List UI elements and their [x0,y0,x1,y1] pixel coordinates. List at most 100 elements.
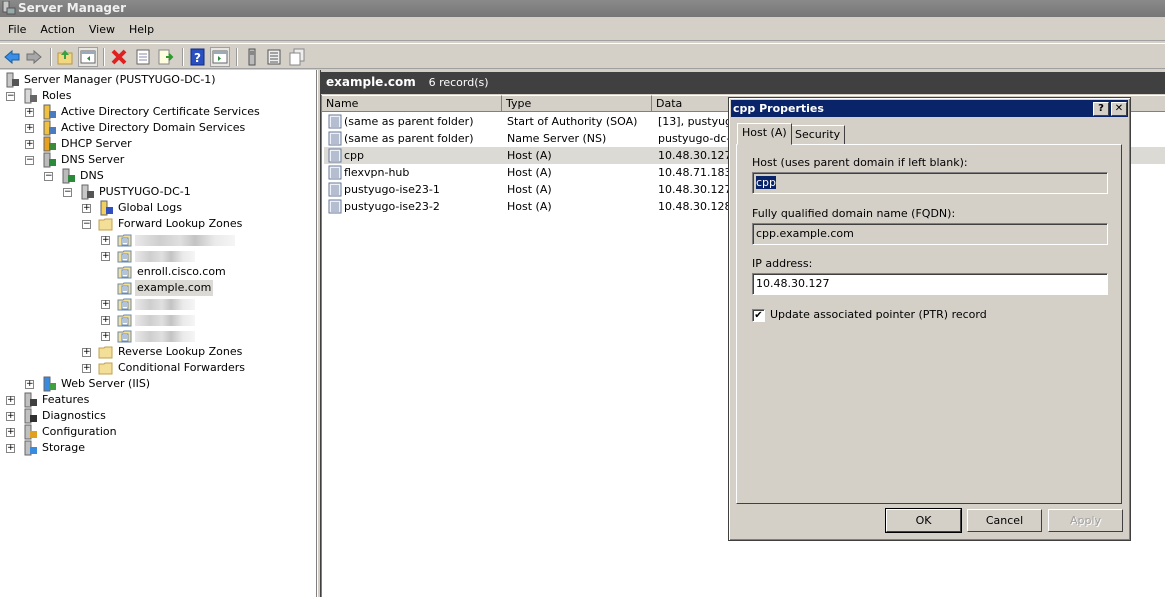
collapse-icon[interactable]: − [63,188,72,197]
tree-node[interactable]: + Configuration [0,424,316,440]
collapse-icon[interactable]: − [25,156,34,165]
expand-icon[interactable]: + [6,396,15,405]
tree-node-label[interactable]: Reverse Lookup Zones [116,344,244,360]
expand-icon[interactable]: + [6,428,15,437]
properties-button[interactable] [133,47,153,67]
tree-node[interactable]: + [0,328,316,344]
tree-node[interactable]: − Forward Lookup Zones [0,216,316,232]
help-button[interactable]: ? [188,47,208,67]
tree-node-label[interactable]: Web Server (IIS) [59,376,152,392]
tree-node[interactable]: + Active Directory Domain Services [0,120,316,136]
expand-icon[interactable]: + [101,332,110,341]
delete-button[interactable] [109,47,129,67]
cancel-button[interactable]: Cancel [967,509,1042,532]
tree-node-label[interactable]: DNS [78,168,106,184]
tab-security[interactable]: Security [790,125,846,145]
tree-node[interactable]: + Reverse Lookup Zones [0,344,316,360]
tree-node[interactable]: − PUSTYUGO-DC-1 [0,184,316,200]
tree-node-label[interactable]: Storage [40,440,87,456]
ip-address-field[interactable]: 10.48.30.127 [752,273,1108,295]
help-caption-button[interactable]: ? [1093,102,1109,116]
tree-node-label[interactable]: example.com [135,280,214,296]
dns-record-icon [328,182,342,197]
expand-icon[interactable]: + [25,108,34,117]
list-button[interactable] [264,47,284,67]
show-hide-action-pane-button[interactable] [210,47,230,67]
tree-node-label[interactable]: Diagnostics [40,408,108,424]
tree-node[interactable]: + [0,248,316,264]
record-type: Start of Authority (SOA) [507,115,638,128]
menu-view[interactable]: View [82,19,122,41]
menu-action[interactable]: Action [33,19,81,41]
tree-node[interactable]: + Web Server (IIS) [0,376,316,392]
column-header-name[interactable]: Name [322,95,502,112]
tree-node-label[interactable]: Configuration [40,424,119,440]
ptr-checkbox-label[interactable]: Update associated pointer (PTR) record [770,308,987,321]
expand-icon[interactable]: + [82,364,91,373]
tree-node-label[interactable]: Global Logs [116,200,184,216]
tree-node-label[interactable]: enroll.cisco.com [135,264,228,280]
tree-node[interactable]: Server Manager (PUSTYUGO-DC-1) [0,72,316,88]
question-mark-icon: ? [1098,103,1104,114]
tree-node[interactable]: − DNS Server [0,152,316,168]
tree-node-label[interactable]: DNS Server [59,152,126,168]
tree-node[interactable]: + [0,296,316,312]
expand-icon[interactable]: + [101,236,110,245]
collapse-icon[interactable]: − [82,220,91,229]
show-hide-console-tree-button[interactable] [78,47,98,67]
tree-node[interactable]: example.com [0,280,316,296]
collapse-icon[interactable]: − [44,172,53,181]
console-tree[interactable]: Server Manager (PUSTYUGO-DC-1) − Roles + Act… [0,70,317,597]
tree-node[interactable]: + DHCP Server [0,136,316,152]
tree-node[interactable]: − DNS [0,168,316,184]
tree-node-label[interactable]: DHCP Server [59,136,134,152]
expand-icon[interactable]: + [101,252,110,261]
apply-button[interactable]: Apply [1048,509,1123,532]
tree-node[interactable]: + Conditional Forwarders [0,360,316,376]
tab-host-a[interactable]: Host (A) [737,123,792,145]
up-one-level-button[interactable] [55,47,75,67]
expand-icon[interactable]: + [25,124,34,133]
expand-icon[interactable]: + [82,204,91,213]
column-header-type[interactable]: Type [502,95,652,112]
tree-node-label[interactable]: Active Directory Domain Services [59,120,247,136]
host-field[interactable]: cpp [752,172,1108,194]
tree-node-label[interactable]: Conditional Forwarders [116,360,247,376]
record-type: Name Server (NS) [507,132,607,145]
tree-node[interactable]: − Roles [0,88,316,104]
menu-help[interactable]: Help [122,19,161,41]
ok-button[interactable]: OK [885,508,962,533]
close-button[interactable]: ✕ [1111,102,1127,116]
expand-icon[interactable]: + [6,412,15,421]
tree-node-label[interactable]: Roles [40,88,73,104]
tree-node-label[interactable]: Features [40,392,91,408]
tree-node-label[interactable]: Forward Lookup Zones [116,216,244,232]
expand-icon[interactable]: + [101,316,110,325]
back-button[interactable] [2,47,22,67]
ptr-checkbox[interactable]: ✔ [752,309,765,322]
properties-dialog: cpp Properties ? ✕ Host (A) Security Hos… [728,97,1131,541]
tree-node[interactable]: + Features [0,392,316,408]
tree-node[interactable]: + Storage [0,440,316,456]
zone-name: example.com [326,75,416,89]
tree-node[interactable]: + [0,312,316,328]
export-list-button[interactable] [156,47,176,67]
expand-icon[interactable]: + [101,300,110,309]
tree-node[interactable]: + Active Directory Certificate Services [0,104,316,120]
expand-icon[interactable]: + [25,380,34,389]
expand-icon[interactable]: + [25,140,34,149]
forward-button[interactable] [24,47,44,67]
server-button[interactable] [242,47,262,67]
expand-icon[interactable]: + [82,348,91,357]
menu-file[interactable]: File [0,19,33,41]
expand-icon[interactable]: + [6,444,15,453]
copy-button[interactable] [287,47,307,67]
tree-node[interactable]: + Global Logs [0,200,316,216]
tree-node-label[interactable]: Active Directory Certificate Services [59,104,262,120]
tree-node[interactable]: + [0,232,316,248]
tree-node-label[interactable]: PUSTYUGO-DC-1 [97,184,193,200]
tree-node[interactable]: enroll.cisco.com [0,264,316,280]
tree-node-label[interactable]: Server Manager (PUSTYUGO-DC-1) [22,72,218,88]
collapse-icon[interactable]: − [6,92,15,101]
tree-node[interactable]: + Diagnostics [0,408,316,424]
